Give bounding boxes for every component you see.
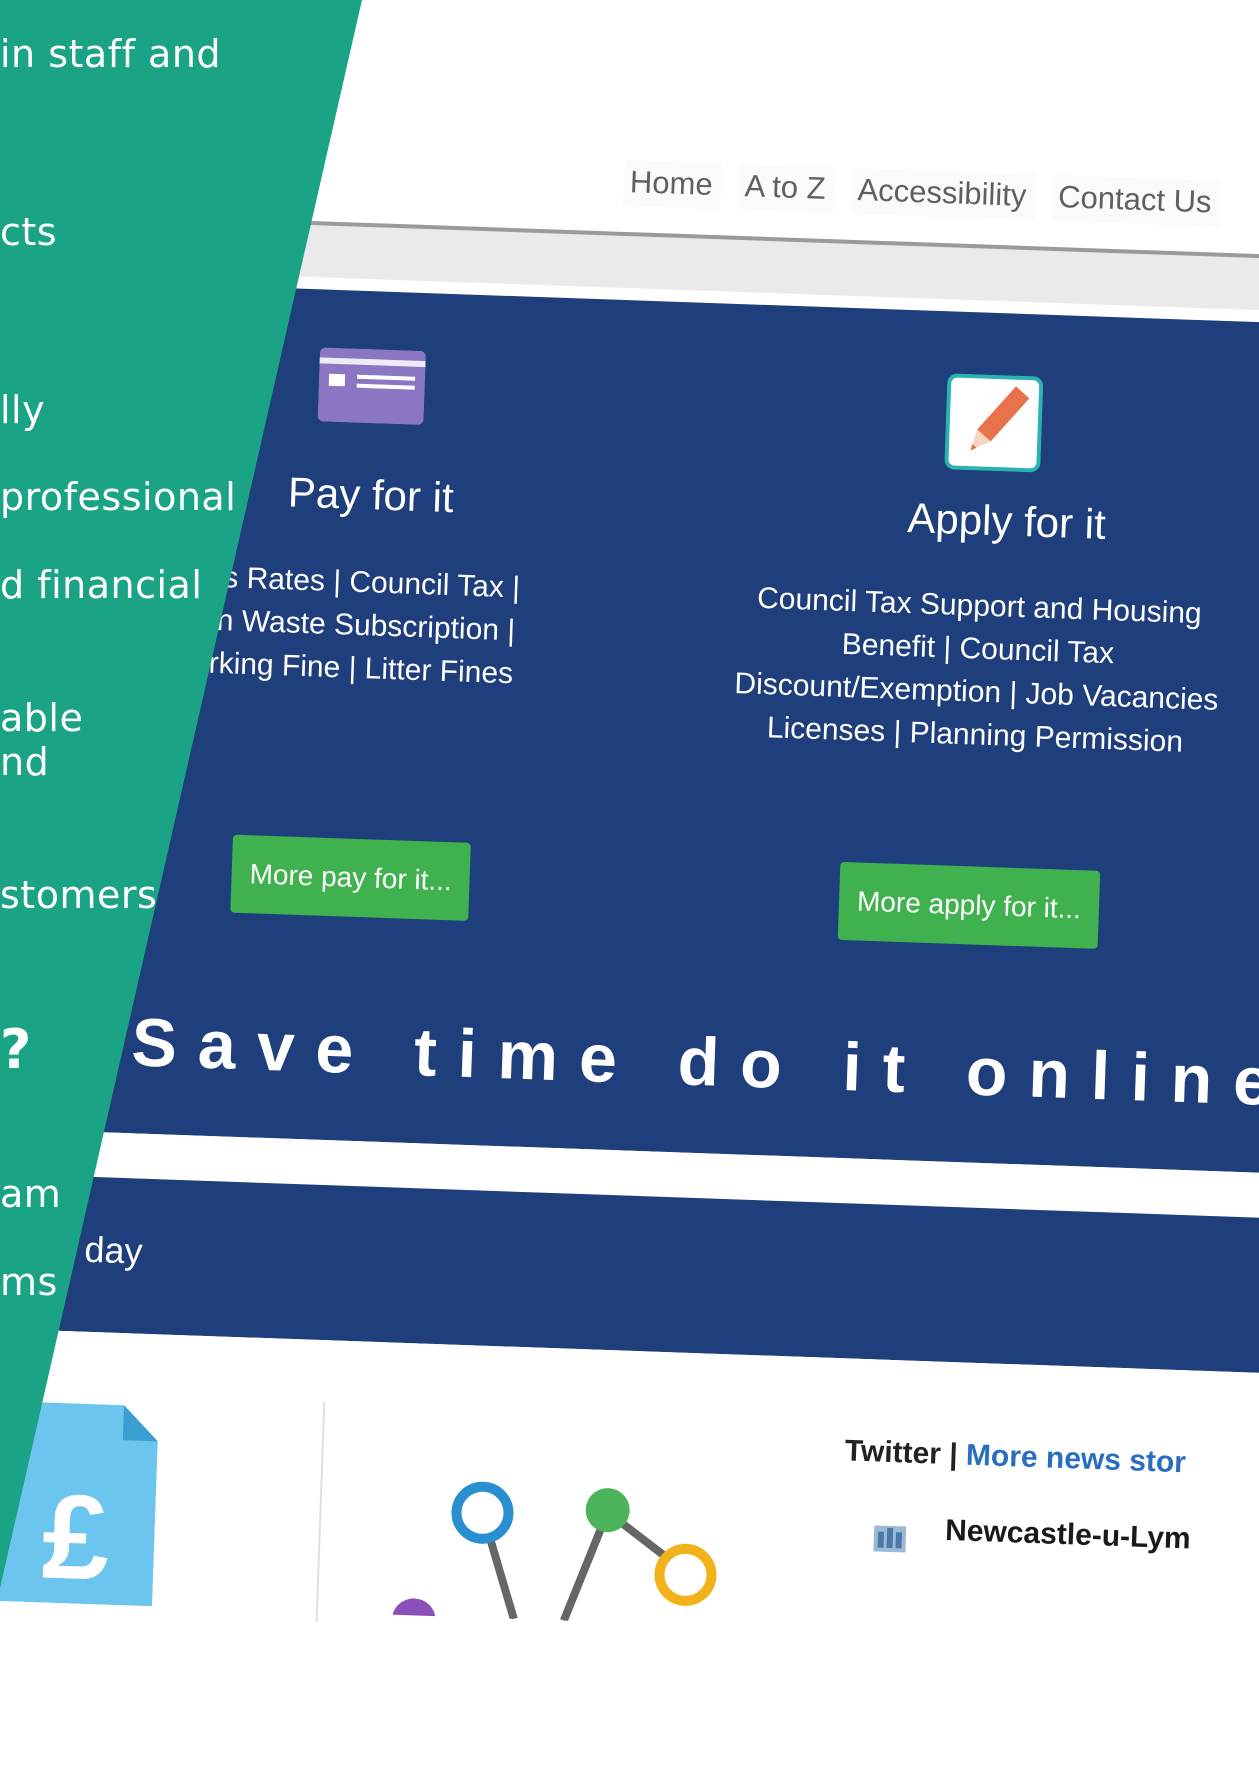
panel-line: stomers xyxy=(0,873,158,917)
panel-line: professional xyxy=(0,475,237,519)
panel-line: able xyxy=(0,696,84,740)
panel-line: lly xyxy=(0,388,46,432)
panel-line: ms xyxy=(0,1260,58,1304)
panel-line: am xyxy=(0,1172,62,1216)
panel-text-group: in staff and cts lly professional d fina… xyxy=(0,0,1259,1588)
panel-line: d financial xyxy=(0,563,203,607)
panel-line: cts xyxy=(0,210,58,254)
panel-line: in staff and xyxy=(0,32,222,76)
panel-line: nd xyxy=(0,740,50,784)
panel-line: ? xyxy=(0,1018,32,1081)
